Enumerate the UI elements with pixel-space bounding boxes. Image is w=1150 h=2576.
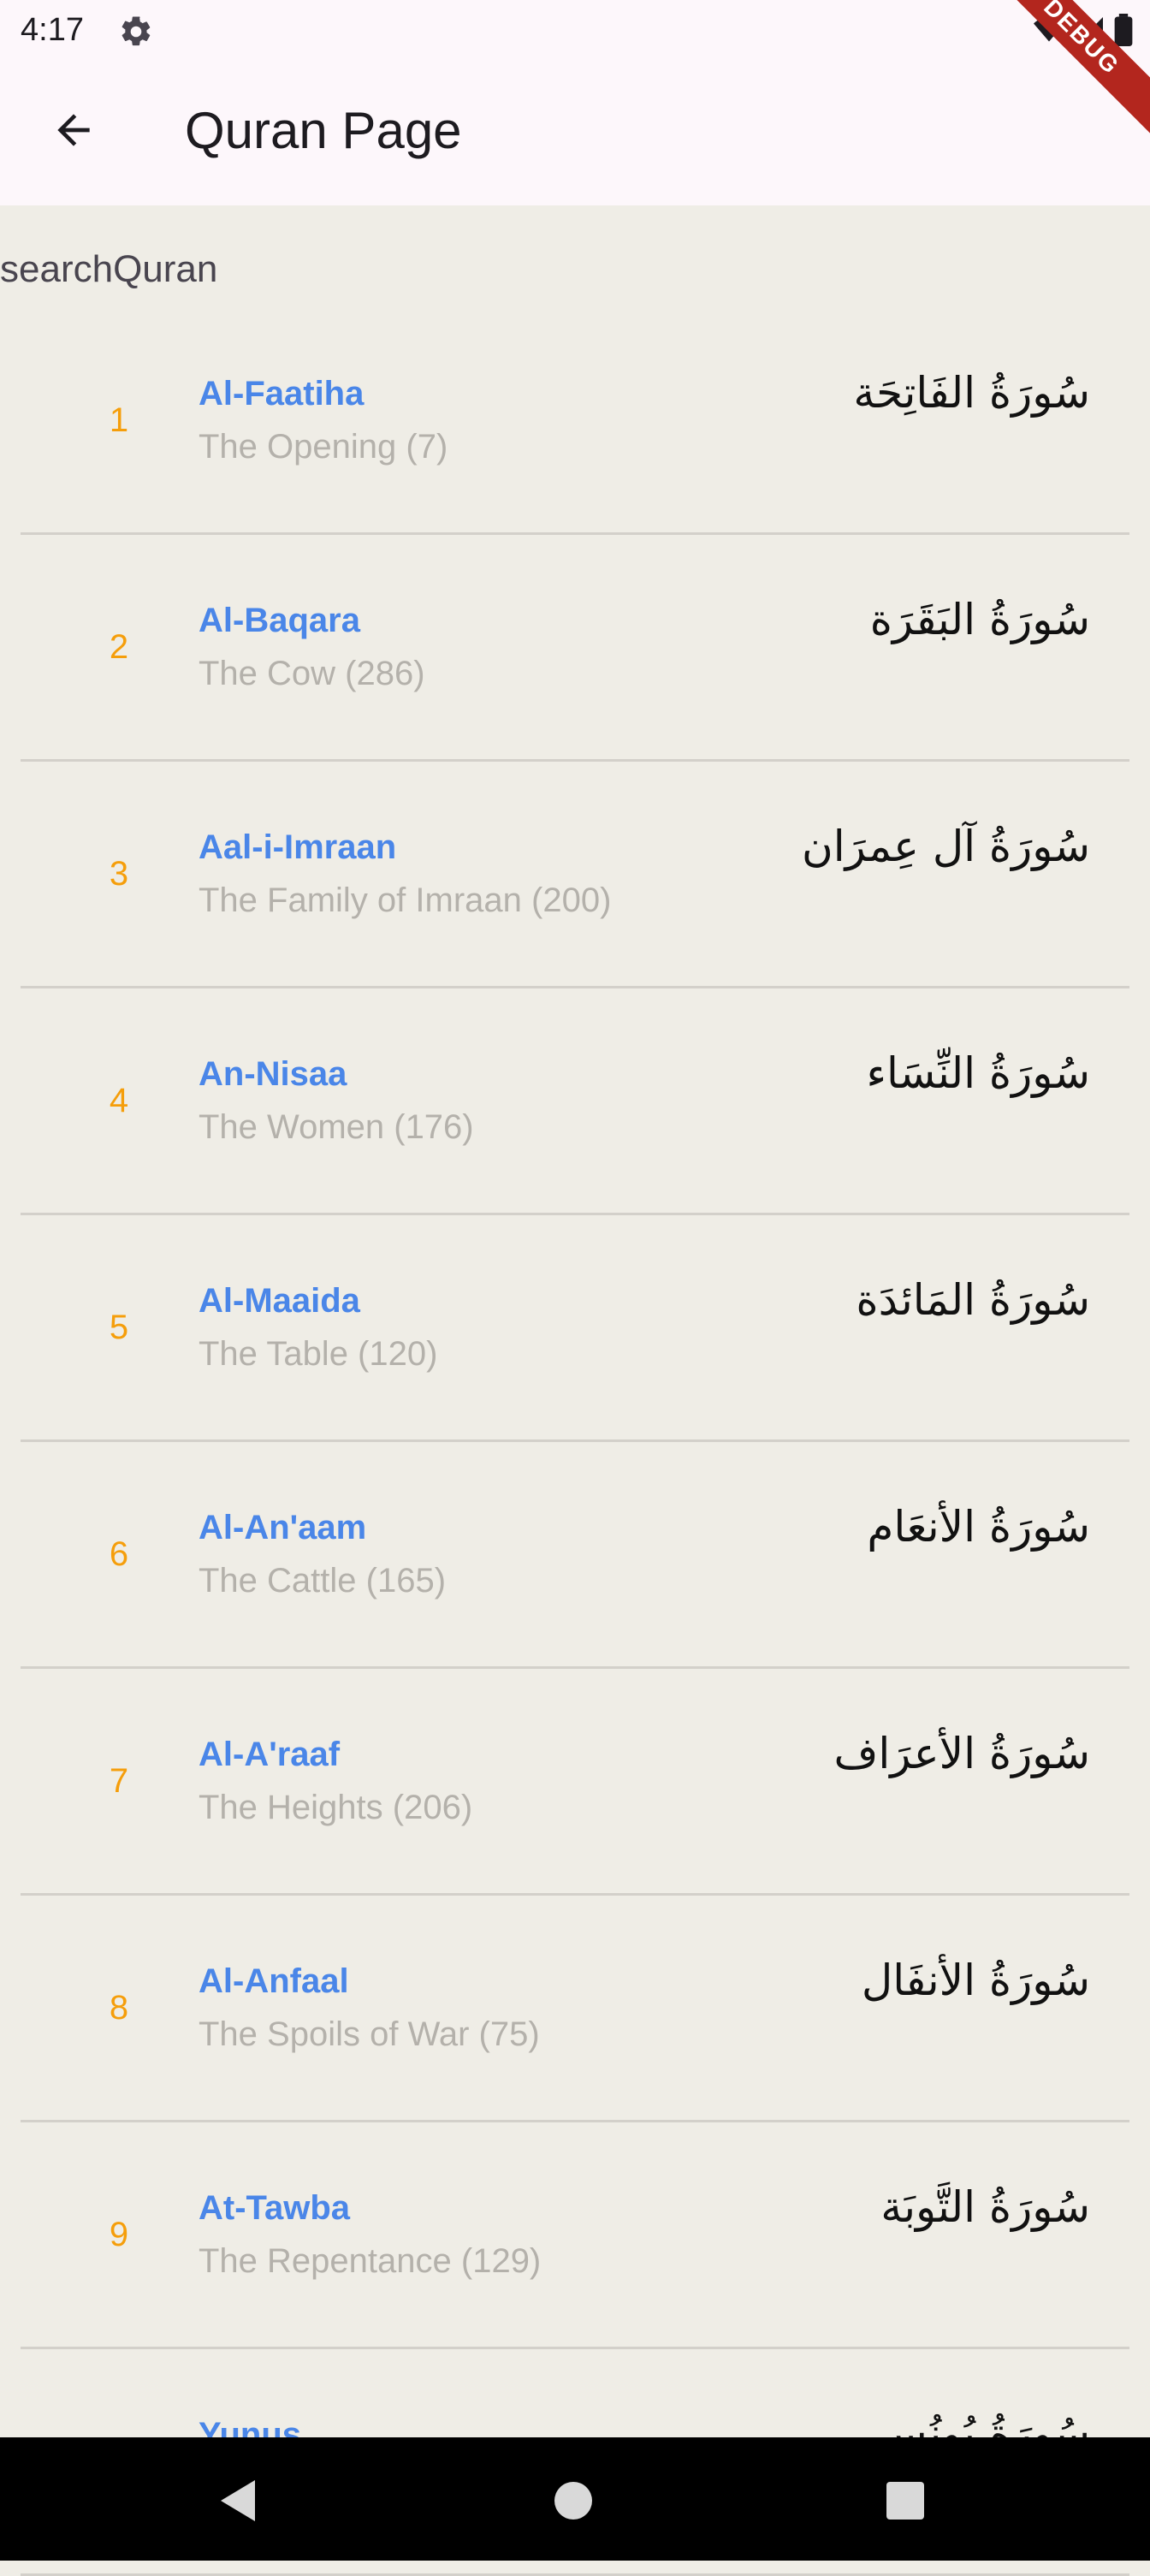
arrow-back-icon <box>57 114 90 146</box>
surah-number: 4 <box>109 1082 129 1119</box>
surah-number: 1 <box>109 401 129 439</box>
surah-arabic: سُورَةُ النِّسَاء <box>866 1048 1090 1098</box>
surah-meaning: The Opening (7) <box>199 428 448 466</box>
surah-meaning: The Repentance (129) <box>199 2242 542 2280</box>
surah-item-1[interactable]: 1 Al-Faatiha The Opening (7) سُورَةُ الف… <box>21 308 1129 535</box>
surah-arabic: سُورَةُ الأنعَام <box>867 1502 1090 1552</box>
surah-name: Al-A'raaf <box>199 1736 341 1773</box>
battery-icon <box>1114 14 1133 46</box>
surah-item-6[interactable]: 6 Al-An'aam The Cattle (165) سُورَةُ الأ… <box>21 1442 1129 1669</box>
surah-meaning: The Heights (206) <box>199 1789 473 1826</box>
navigation-bar <box>0 2437 1150 2561</box>
settings-icon <box>122 16 151 46</box>
surah-number: 7 <box>109 1762 129 1800</box>
surah-name: Al-An'aam <box>199 1509 367 1546</box>
surah-name: Al-Maaida <box>199 1282 360 1320</box>
surah-meaning: The Spoils of War (75) <box>199 2015 540 2053</box>
search-label[interactable]: searchQuran <box>0 248 217 291</box>
surah-number: 6 <box>109 1535 129 1573</box>
surah-name: Al-Faatiha <box>199 375 365 413</box>
surah-number: 5 <box>109 1309 129 1346</box>
surah-arabic: سُورَةُ آل عِمرَان <box>801 822 1090 871</box>
surah-item-5[interactable]: 5 Al-Maaida The Table (120) سُورَةُ المَ… <box>21 1215 1129 1442</box>
app-bar: Quran Page <box>0 63 1150 205</box>
surah-number: 2 <box>109 628 129 666</box>
page-title: Quran Page <box>185 102 462 159</box>
surah-arabic: سُورَةُ الفَاتِحَة <box>853 368 1090 418</box>
surah-arabic: سُورَةُ التَّوبَة <box>880 2182 1090 2232</box>
surah-item-7[interactable]: 7 Al-A'raaf The Heights (206) سُورَةُ ال… <box>21 1669 1129 1896</box>
status-bar: 4:17 <box>0 0 1150 63</box>
surah-number: 8 <box>109 1989 129 2027</box>
status-time: 4:17 <box>21 12 84 48</box>
surah-name: Al-Anfaal <box>199 1962 349 2000</box>
surah-item-4[interactable]: 4 An-Nisaa The Women (176) سُورَةُ النِّ… <box>21 988 1129 1215</box>
surah-item-3[interactable]: 3 Aal-i-Imraan The Family of Imraan (200… <box>21 762 1129 988</box>
surah-meaning: The Table (120) <box>199 1335 438 1373</box>
surah-number: 3 <box>109 855 129 893</box>
surah-arabic: سُورَةُ المَائدَة <box>856 1275 1090 1325</box>
surah-arabic: سُورَةُ الأنفَال <box>861 1956 1090 2005</box>
surah-name: Al-Baqara <box>199 602 360 639</box>
surah-meaning: The Family of Imraan (200) <box>199 881 612 919</box>
surah-list: 1 Al-Faatiha The Opening (7) سُورَةُ الف… <box>0 308 1150 2576</box>
surah-item-8[interactable]: 8 Al-Anfaal The Spoils of War (75) سُورَ… <box>21 1896 1129 2122</box>
surah-meaning: The Cattle (165) <box>199 1562 447 1600</box>
surah-number: 9 <box>109 2216 129 2253</box>
surah-item-9[interactable]: 9 At-Tawba The Repentance (129) سُورَةُ … <box>21 2122 1129 2349</box>
back-button[interactable] <box>39 96 108 164</box>
surah-arabic: سُورَةُ الأعرَاف <box>833 1729 1090 1778</box>
surah-arabic: سُورَةُ البَقَرَة <box>869 595 1090 644</box>
surah-meaning: The Women (176) <box>199 1108 474 1146</box>
surah-name: An-Nisaa <box>199 1055 347 1093</box>
nav-back-icon[interactable] <box>217 2477 262 2525</box>
surah-item-2[interactable]: 2 Al-Baqara The Cow (286) سُورَةُ البَقَ… <box>21 535 1129 762</box>
nav-recents-icon[interactable] <box>886 2482 924 2520</box>
nav-home-icon[interactable] <box>554 2482 592 2520</box>
surah-name: Aal-i-Imraan <box>199 828 397 866</box>
surah-meaning: The Cow (286) <box>199 655 425 692</box>
surah-name: At-Tawba <box>199 2189 351 2227</box>
